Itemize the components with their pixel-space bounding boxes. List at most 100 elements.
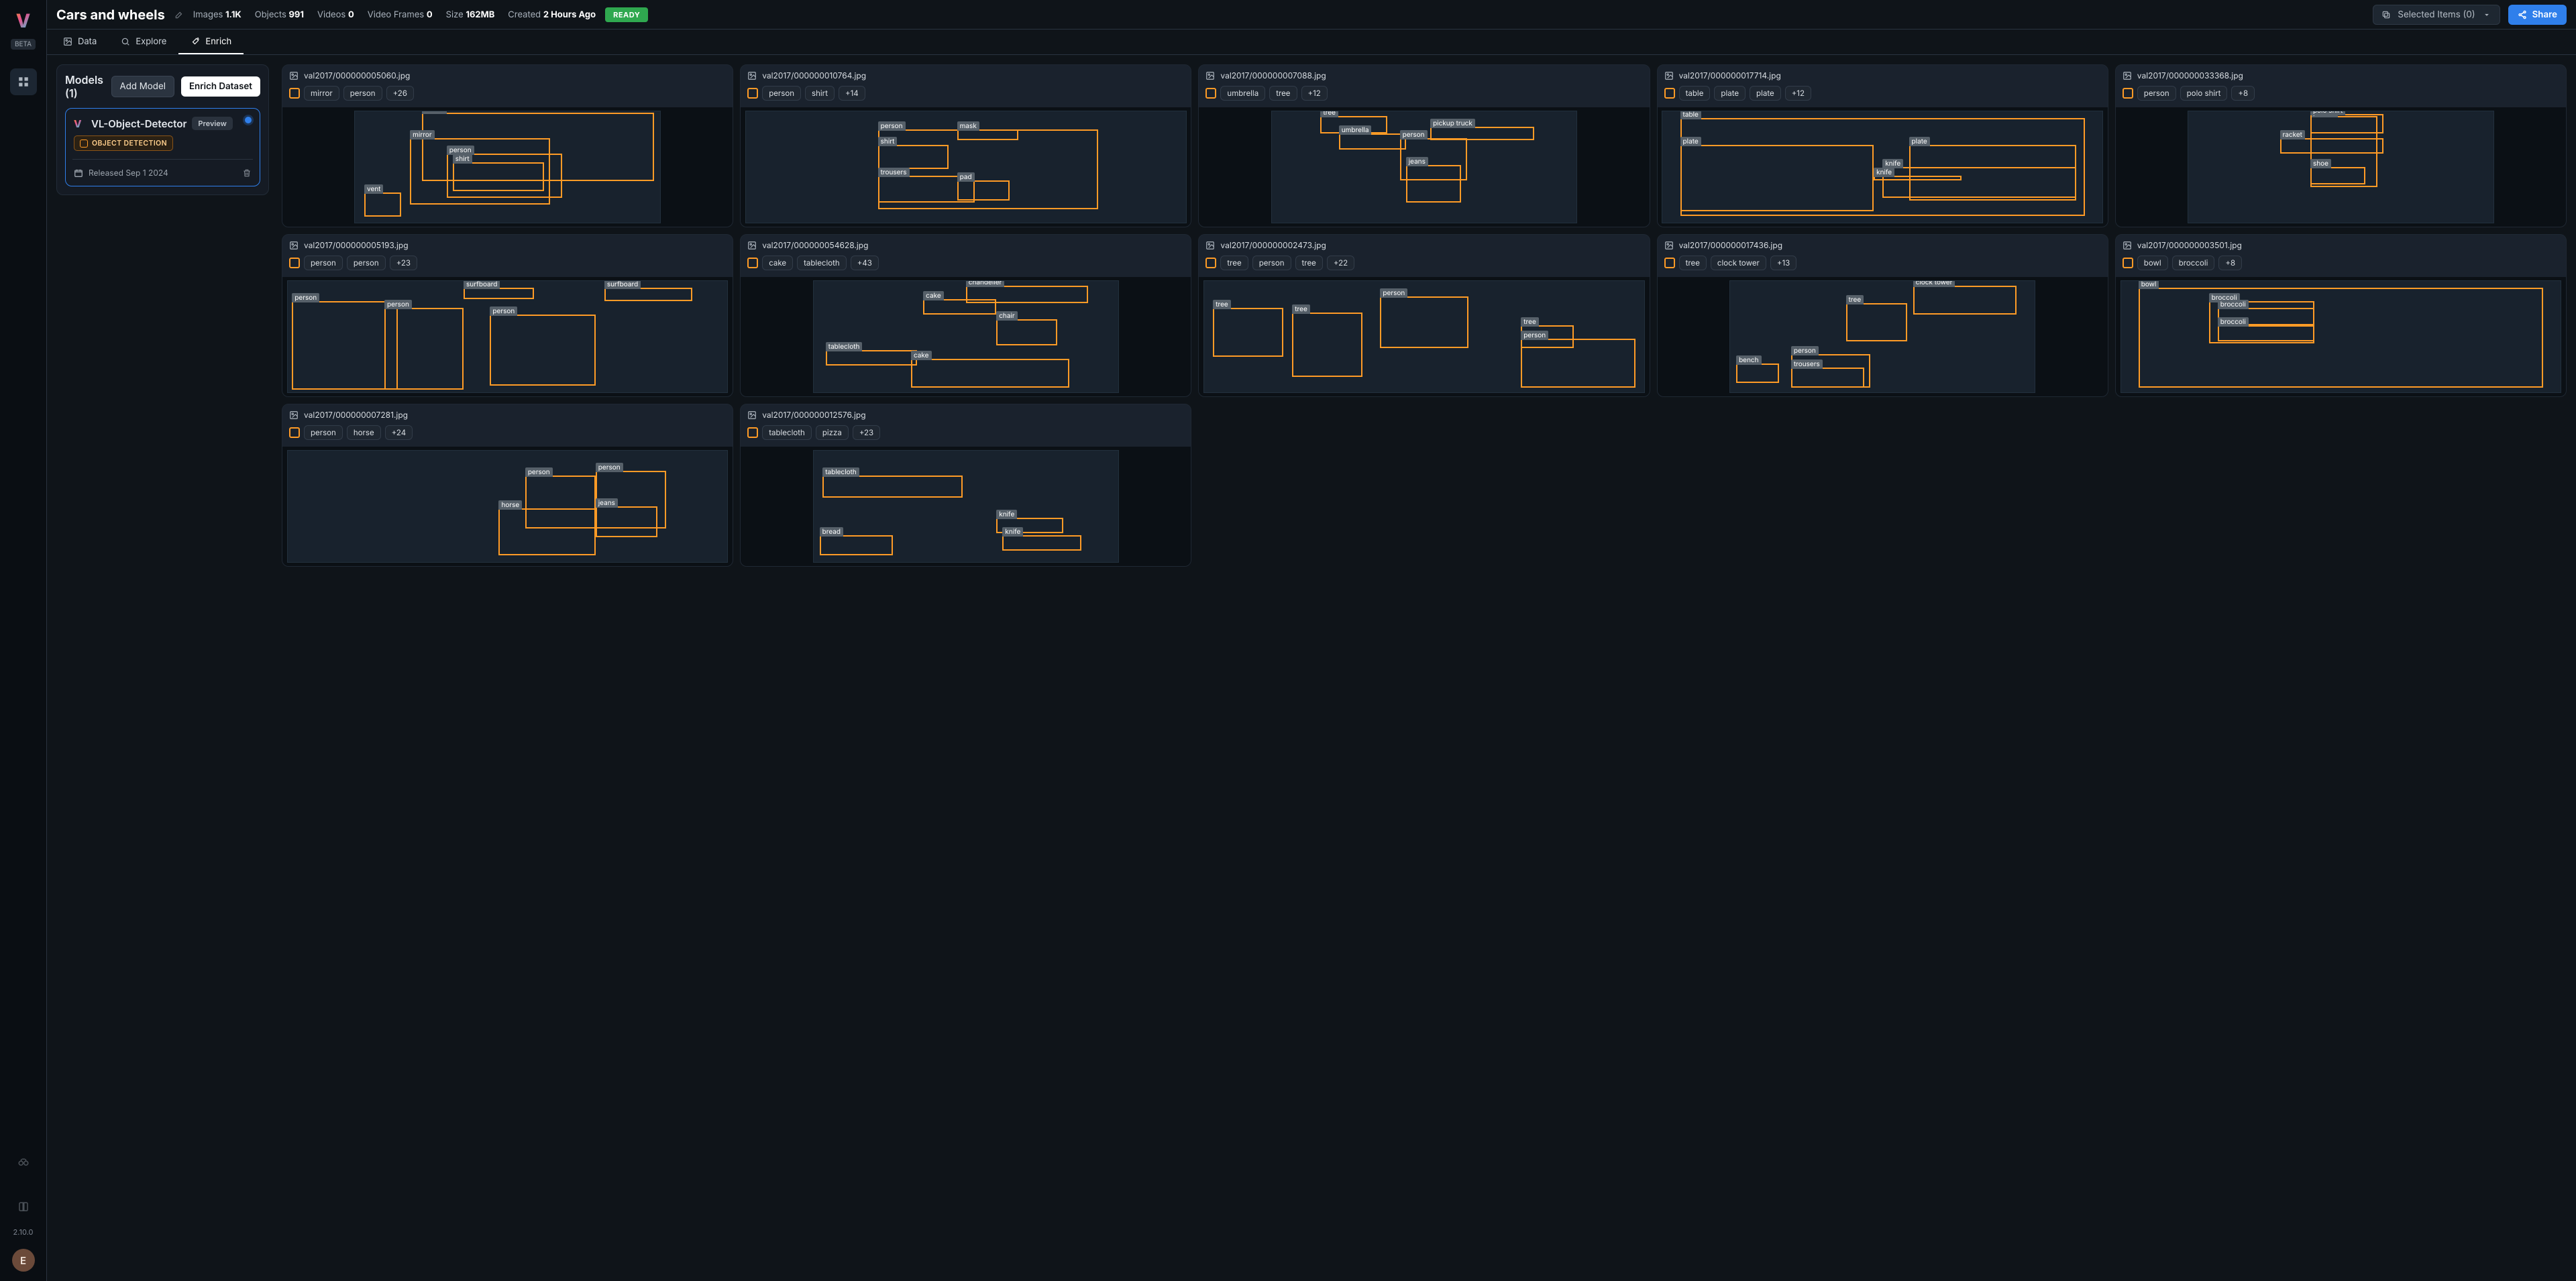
image-card[interactable]: val2017/000000054628.jpgcaketablecloth+4… bbox=[740, 234, 1191, 397]
detection-tag-more[interactable]: +14 bbox=[839, 86, 865, 101]
bbox-label: table bbox=[1680, 111, 1701, 119]
thumbnail[interactable]: tableplateplateknifeknife bbox=[1658, 107, 2108, 227]
image-card[interactable]: val2017/000000005193.jpgpersonperson+23p… bbox=[282, 234, 733, 397]
detection-tag[interactable]: tree bbox=[1269, 86, 1297, 101]
edit-icon[interactable] bbox=[174, 10, 184, 19]
image-card[interactable]: val2017/000000007088.jpgumbrellatree+12t… bbox=[1198, 64, 1650, 227]
nav-docs[interactable] bbox=[10, 1194, 37, 1221]
nav-datasets[interactable] bbox=[10, 68, 37, 95]
detection-tag[interactable]: plate bbox=[1750, 86, 1781, 101]
image-card[interactable]: val2017/000000002473.jpgtreepersontree+2… bbox=[1198, 234, 1650, 397]
thumbnail[interactable]: bowlbroccolibroccolibroccoli bbox=[2116, 277, 2566, 396]
file-name: val2017/000000010764.jpg bbox=[762, 70, 866, 80]
file-name: val2017/000000007281.jpg bbox=[304, 410, 408, 420]
tab-data[interactable]: Data bbox=[51, 30, 109, 54]
bbox-label: broccoli bbox=[2218, 317, 2249, 327]
thumbnail[interactable]: treeumbrellapickup truckpersonjeans bbox=[1199, 107, 1649, 227]
selected-items-dropdown[interactable]: Selected Items (0) bbox=[2373, 5, 2500, 25]
detection-tag[interactable]: plate bbox=[1714, 86, 1746, 101]
detection-tag[interactable]: pizza bbox=[816, 425, 849, 440]
image-card[interactable]: val2017/000000017714.jpgtableplateplate+… bbox=[1657, 64, 2108, 227]
image-card[interactable]: val2017/000000010764.jpg person shirt +14 pe… bbox=[740, 64, 1191, 227]
detection-tag[interactable]: person bbox=[2137, 86, 2176, 101]
detection-tag-more[interactable]: +43 bbox=[851, 256, 879, 270]
detection-tag-more[interactable]: +8 bbox=[2231, 86, 2255, 101]
detection-tag[interactable]: tree bbox=[1220, 256, 1248, 270]
detection-tag[interactable]: tablecloth bbox=[762, 425, 812, 440]
detection-tag-more[interactable]: +23 bbox=[390, 256, 417, 270]
image-card[interactable]: val2017/000000005060.jpgmirrorperson+26m… bbox=[282, 64, 733, 227]
detection-tag[interactable]: cake bbox=[762, 256, 793, 270]
bbox-label: shirt bbox=[453, 154, 472, 164]
detection-tag[interactable]: mirror bbox=[304, 86, 339, 101]
detection-tag-more[interactable]: +23 bbox=[853, 425, 880, 440]
thumbnail[interactable]: mirrormirrorpersonshirtvent bbox=[282, 107, 733, 227]
detection-tag[interactable]: person bbox=[304, 256, 343, 270]
detection-tag-more[interactable]: +8 bbox=[2218, 256, 2242, 270]
detection-tag-more[interactable]: +13 bbox=[1770, 256, 1796, 270]
thumbnail[interactable]: tableclothbreadknifeknife bbox=[741, 447, 1191, 566]
image-card[interactable]: val2017/000000033368.jpgpersonpolo shirt… bbox=[2115, 64, 2567, 227]
thumbnail[interactable]: personpolo shirtracketshoe bbox=[2116, 107, 2566, 227]
thumbnail[interactable]: personmaskshirttrouserspad bbox=[741, 107, 1191, 227]
model-card[interactable]: V VL-Object-Detector Preview OBJECT DETE… bbox=[65, 108, 260, 186]
detection-tag[interactable]: person bbox=[343, 86, 382, 101]
detection-tag[interactable]: bowl bbox=[2137, 256, 2168, 270]
object-detection-label: OBJECT DETECTION bbox=[92, 139, 167, 148]
detection-tag[interactable]: table bbox=[1679, 86, 1711, 101]
bbox-label: polo shirt bbox=[2310, 111, 2345, 115]
bbox-label: pickup truck bbox=[1430, 119, 1475, 128]
detection-tag[interactable]: polo shirt bbox=[2180, 86, 2228, 101]
enrich-dataset-button[interactable]: Enrich Dataset bbox=[181, 76, 260, 97]
empty-card bbox=[1198, 404, 1650, 567]
bbox-label: trousers bbox=[1791, 359, 1823, 369]
bbox-label: clock tower bbox=[1913, 280, 1955, 287]
left-rail: V BETA 2.10.0 E bbox=[0, 0, 47, 1281]
image-card[interactable]: val2017/000000003501.jpgbowlbroccoli+8bo… bbox=[2115, 234, 2567, 397]
tab-enrich[interactable]: Enrich bbox=[178, 30, 244, 54]
thumbnail[interactable]: treetreepersontreeperson bbox=[1199, 277, 1649, 396]
nav-binoculars[interactable] bbox=[10, 1148, 37, 1175]
thumbnail[interactable]: chandeliercakechairtableclothcake bbox=[741, 277, 1191, 396]
trash-icon[interactable] bbox=[242, 168, 252, 178]
detection-tag[interactable]: person bbox=[304, 425, 343, 440]
image-card[interactable]: val2017/000000007281.jpg person horse +24 pe… bbox=[282, 404, 733, 567]
image-card[interactable]: val2017/000000012576.jpgtableclothpizza+… bbox=[740, 404, 1191, 567]
detection-tag[interactable]: person bbox=[1252, 256, 1291, 270]
tab-enrich-label: Enrich bbox=[205, 36, 231, 47]
thumbnail[interactable]: personpersonsurfboardsurfboardperson bbox=[282, 277, 733, 396]
file-name: val2017/000000033368.jpg bbox=[2137, 70, 2243, 80]
chevron-down-icon bbox=[2482, 10, 2491, 19]
bbox-label: tree bbox=[1521, 317, 1539, 327]
add-model-button[interactable]: Add Model bbox=[111, 76, 174, 97]
detection-tag-more[interactable]: +26 bbox=[386, 86, 414, 101]
detection-tag[interactable]: broccoli bbox=[2172, 256, 2215, 270]
bbox-label: person bbox=[384, 300, 412, 309]
thumbnail[interactable]: personpersonhorsejeans bbox=[282, 447, 733, 566]
detection-tag[interactable]: horse bbox=[347, 425, 381, 440]
image-icon bbox=[289, 410, 299, 420]
dataset-meta: Images 1.1KObjects 991Videos 0Video Fram… bbox=[193, 9, 596, 20]
share-button[interactable]: Share bbox=[2508, 5, 2567, 25]
detection-tag[interactable]: umbrella bbox=[1220, 86, 1265, 101]
detection-tag[interactable]: clock tower bbox=[1711, 256, 1766, 270]
status-badge: READY bbox=[605, 7, 648, 22]
bbox-icon bbox=[747, 427, 758, 438]
detection-tag-more[interactable]: +12 bbox=[1785, 86, 1811, 101]
detection-tag[interactable]: person bbox=[347, 256, 386, 270]
detection-tag-more[interactable]: +12 bbox=[1301, 86, 1328, 101]
detection-tag-more[interactable]: +22 bbox=[1327, 256, 1354, 270]
tab-explore[interactable]: Explore bbox=[109, 30, 178, 54]
detection-tag[interactable]: person bbox=[762, 86, 801, 101]
detection-tag[interactable]: tree bbox=[1679, 256, 1707, 270]
detection-tag[interactable]: shirt bbox=[805, 86, 835, 101]
top-bar: Cars and wheels Images 1.1KObjects 991Vi… bbox=[47, 0, 2576, 30]
app-logo[interactable]: V bbox=[12, 9, 35, 32]
image-card[interactable]: val2017/000000017436.jpgtreeclock tower+… bbox=[1657, 234, 2108, 397]
detection-tag[interactable]: tree bbox=[1295, 256, 1323, 270]
detection-tag[interactable]: tablecloth bbox=[797, 256, 847, 270]
thumbnail[interactable]: clock towertreebenchpersontrousers bbox=[1658, 277, 2108, 396]
user-avatar[interactable]: E bbox=[12, 1249, 35, 1272]
detection-tag-more[interactable]: +24 bbox=[385, 425, 413, 440]
file-name: val2017/000000003501.jpg bbox=[2137, 240, 2242, 250]
